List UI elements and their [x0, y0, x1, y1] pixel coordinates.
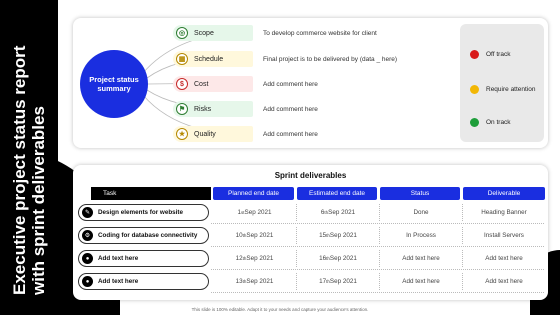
status-cell: In Process: [380, 227, 463, 244]
legend-label: Off track: [486, 51, 511, 58]
legend-label: Require attention: [486, 86, 536, 93]
header-task: Task: [91, 187, 211, 200]
deliverable-cell: Heading Banner: [481, 209, 527, 216]
table-row: ● Add text here 12th Sep 2021 16th Sep 2…: [73, 250, 548, 271]
sprint-deliverables-card: Sprint deliverables Task Planned end dat…: [73, 165, 548, 300]
header-deliverable: Deliverable: [463, 187, 545, 200]
header-status: Status: [380, 187, 460, 200]
summary-label: Scope: [194, 29, 214, 37]
summary-pill-cost: $ Cost: [173, 76, 253, 92]
row-divider: [211, 223, 544, 224]
estimated-date-cell: 16th Sep 2021: [297, 250, 380, 267]
generic-icon: ●: [82, 276, 93, 287]
legend-off-track: Off track: [470, 50, 510, 59]
task-cell: ● Add text here: [78, 273, 209, 290]
status-cell: Done: [380, 204, 463, 221]
summary-label: Quality: [194, 130, 216, 138]
status-dot-red: [470, 50, 479, 59]
task-label: Design elements for website: [98, 209, 184, 216]
summary-pill-schedule: ▦ Schedule: [173, 51, 253, 67]
task-cell: ● Add text here: [78, 250, 209, 267]
summary-label: Cost: [194, 80, 209, 88]
header-estimated: Estimated end date: [297, 187, 377, 200]
quality-icon: ★: [176, 128, 188, 140]
footnote: This slide is 100% editable. Adapt it to…: [191, 307, 369, 312]
status-dot-green: [470, 118, 479, 127]
table-row: ✎ Design elements for website 1st Sep 20…: [73, 204, 548, 225]
project-status-circle: Project status summary: [80, 50, 148, 118]
planned-date-cell: 1st Sep 2021: [213, 204, 297, 221]
summary-comment: Add comment here: [263, 106, 318, 113]
summary-pill-quality: ★ Quality: [173, 126, 253, 142]
cost-icon: $: [176, 78, 188, 90]
summary-comment: Final project is to be delivered by (dat…: [263, 56, 398, 63]
planned-date-cell: 13th Sep 2021: [213, 273, 297, 290]
planned-date-cell: 10th Sep 2021: [213, 227, 297, 244]
legend-on-track: On track: [470, 118, 511, 127]
row-divider: [211, 269, 544, 270]
slide-title: Executive project status report with spr…: [10, 45, 48, 295]
legend-require-attention: Require attention: [470, 85, 536, 94]
task-label: Coding for database connectivity: [98, 232, 198, 239]
estimated-date-cell: 6th Sep 2021: [297, 204, 380, 221]
summary-pill-scope: ◎ Scope: [173, 25, 253, 41]
target-icon: ◎: [176, 27, 188, 39]
summary-comment: Add comment here: [263, 131, 318, 138]
header-planned: Planned end date: [213, 187, 294, 200]
status-summary-card: Project status summary ◎ Scope To develo…: [73, 18, 548, 148]
code-icon: ⚙: [82, 230, 93, 241]
design-icon: ✎: [82, 207, 93, 218]
table-row: ● Add text here 13th Sep 2021 17th Sep 2…: [73, 273, 548, 294]
summary-label: Risks: [194, 105, 212, 113]
risk-icon: ⚑: [176, 103, 188, 115]
summary-comment: Add comment here: [263, 81, 318, 88]
summary-label: Schedule: [194, 55, 224, 63]
estimated-date-cell: 15th Sep 2021: [297, 227, 380, 244]
row-divider: [211, 246, 544, 247]
task-label: Add text here: [98, 278, 139, 285]
generic-icon: ●: [82, 253, 93, 264]
status-legend: Off track Require attention On track: [460, 24, 544, 142]
deliverable-cell: Install Servers: [484, 232, 524, 239]
task-cell: ⚙ Coding for database connectivity: [78, 227, 209, 244]
table-row: ⚙ Coding for database connectivity 10th …: [73, 227, 548, 248]
summary-comment: To develop commerce website for client: [263, 30, 377, 37]
calendar-icon: ▦: [176, 53, 188, 65]
task-cell: ✎ Design elements for website: [78, 204, 209, 221]
summary-pill-risks: ⚑ Risks: [173, 101, 253, 117]
estimated-date-cell: 17th Sep 2021: [297, 273, 380, 290]
legend-label: On track: [486, 119, 511, 126]
planned-date-cell: 12th Sep 2021: [213, 250, 297, 267]
deliverable-cell: Add text here: [485, 278, 523, 285]
status-cell: Add text here: [380, 250, 463, 267]
deliverable-cell: Add text here: [485, 255, 523, 262]
slide: Executive project status report with spr…: [0, 0, 560, 315]
row-divider: [211, 292, 544, 293]
task-label: Add text here: [98, 255, 139, 262]
sprint-title: Sprint deliverables: [274, 171, 347, 180]
status-cell: Add text here: [380, 273, 463, 290]
status-dot-yellow: [470, 85, 479, 94]
